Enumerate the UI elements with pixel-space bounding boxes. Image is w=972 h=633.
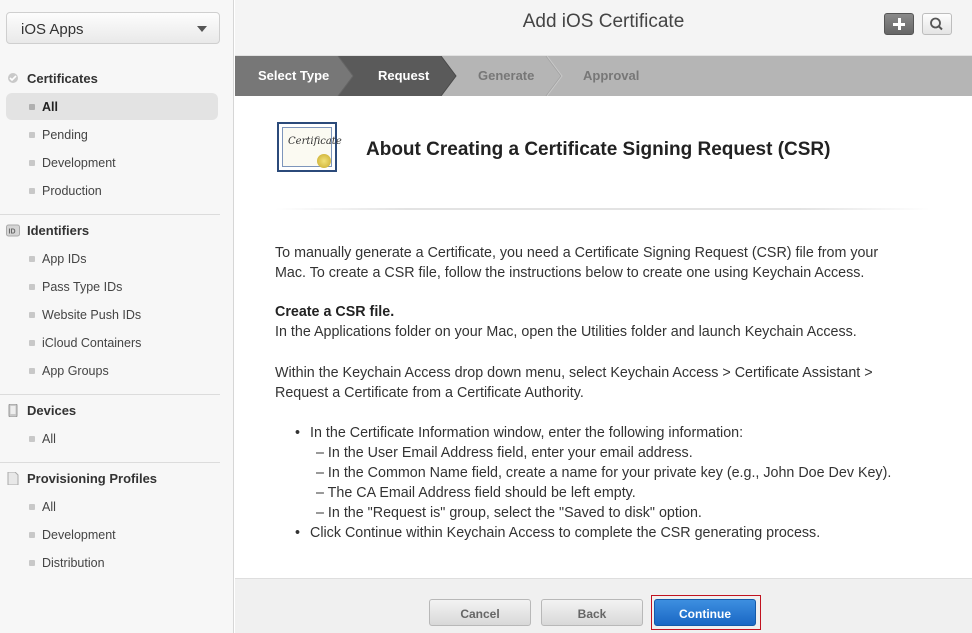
bullet-icon <box>29 436 35 442</box>
bullet-icon <box>29 368 35 374</box>
sidebar-item-devices-all[interactable]: All <box>6 425 218 452</box>
step-request: Request <box>378 68 430 83</box>
sidebar-item-label: Website Push IDs <box>42 308 142 322</box>
footer-bar: Cancel Back Continue <box>235 578 972 633</box>
sidebar-item-certificates-development[interactable]: Development <box>6 149 218 176</box>
seal-icon <box>317 154 331 168</box>
sidebar-item-label: All <box>42 100 58 114</box>
keychain-paragraph: Within the Keychain Access drop down men… <box>275 363 935 403</box>
divider <box>275 208 930 210</box>
divider <box>0 462 220 463</box>
sidebar-item-pass-type-ids[interactable]: Pass Type IDs <box>6 273 218 300</box>
bullet-icon <box>29 284 35 290</box>
app-type-select[interactable]: iOS Apps <box>6 12 220 44</box>
cancel-button[interactable]: Cancel <box>429 599 531 626</box>
sidebar-item-label: iCloud Containers <box>42 336 142 350</box>
intro-line: Mac. To create a CSR file, follow the in… <box>275 265 865 281</box>
content-heading: About Creating a Certificate Signing Req… <box>366 139 831 160</box>
sidebar-item-profiles-all[interactable]: All <box>6 493 218 520</box>
back-button[interactable]: Back <box>541 599 643 626</box>
sidebar-item-certificates-pending[interactable]: Pending <box>6 121 218 148</box>
search-icon[interactable] <box>922 13 952 35</box>
step-progress-bar: Select Type Request Generate Approval <box>235 56 972 96</box>
sidebar-item-label: Production <box>42 184 102 198</box>
id-icon: ID <box>6 224 20 237</box>
app-type-select-label: iOS Apps <box>21 21 84 38</box>
list-item: Click Continue within Keychain Access to… <box>295 523 891 543</box>
certificate-icon-text: Certificate <box>288 136 342 147</box>
sidebar-item-label: Development <box>42 528 116 542</box>
content-area: Certificate About Creating a Certificate… <box>235 96 972 578</box>
plus-icon[interactable] <box>884 13 914 35</box>
section-identifiers: ID Identifiers <box>0 219 234 241</box>
instruction-list: In the Certificate Information window, e… <box>295 423 891 543</box>
sidebar-item-label: App Groups <box>42 364 109 378</box>
document-icon <box>7 472 19 485</box>
create-csr-heading: Create a CSR file. <box>275 304 395 320</box>
bullet-icon <box>29 256 35 262</box>
page-title: Add iOS Certificate <box>522 11 685 32</box>
step-generate: Generate <box>478 68 535 83</box>
list-item-text: In the Certificate Information window, e… <box>310 425 744 441</box>
bullet-icon <box>29 504 35 510</box>
sidebar-item-label: Pending <box>42 128 88 142</box>
bullet-icon <box>29 312 35 318</box>
bullet-icon <box>29 340 35 346</box>
sidebar-item-certificates-production[interactable]: Production <box>6 177 218 204</box>
sidebar-item-label: App IDs <box>42 252 87 266</box>
sidebar-item-profiles-distribution[interactable]: Distribution <box>6 549 218 576</box>
bullet-icon <box>29 132 35 138</box>
bullet-icon <box>29 532 35 538</box>
create-csr-paragraph: Create a CSR file. In the Applications f… <box>275 302 935 342</box>
certificate-icon <box>8 73 18 83</box>
section-title: Devices <box>27 403 77 418</box>
sidebar-item-label: Distribution <box>42 556 105 570</box>
sidebar-item-label: All <box>42 500 56 514</box>
sidebar-item-label: Pass Type IDs <box>42 280 123 294</box>
chevron-down-icon <box>197 26 207 32</box>
sub-item: – The CA Email Address field should be l… <box>316 485 636 501</box>
header-bar: Add iOS Certificate <box>235 0 972 56</box>
sidebar-item-app-ids[interactable]: App IDs <box>6 245 218 272</box>
section-provisioning-profiles: Provisioning Profiles <box>0 467 234 489</box>
section-devices: Devices <box>0 399 234 421</box>
divider <box>0 214 220 215</box>
step-select-type: Select Type <box>258 68 330 83</box>
list-item-text: Click Continue within Keychain Access to… <box>310 525 821 541</box>
sidebar-item-certificates-all[interactable]: All <box>6 93 218 120</box>
section-title: Provisioning Profiles <box>27 471 158 486</box>
sidebar-item-profiles-development[interactable]: Development <box>6 521 218 548</box>
divider <box>0 394 220 395</box>
sidebar-item-app-groups[interactable]: App Groups <box>6 357 218 384</box>
section-title: Identifiers <box>27 223 90 238</box>
keychain-line: Request a Certificate from a Certificate… <box>275 385 584 401</box>
create-csr-line: In the Applications folder on your Mac, … <box>275 324 857 340</box>
bullet-icon <box>29 188 35 194</box>
sidebar-item-website-push-ids[interactable]: Website Push IDs <box>6 301 218 328</box>
list-item: In the Certificate Information window, e… <box>295 423 891 443</box>
keychain-line: Within the Keychain Access drop down men… <box>275 365 873 381</box>
sub-item: – In the "Request is" group, select the … <box>316 505 702 521</box>
step-approval: Approval <box>583 68 640 83</box>
bullet-icon <box>29 560 35 566</box>
sidebar-item-label: All <box>42 432 56 446</box>
continue-button[interactable]: Continue <box>654 599 756 626</box>
sidebar-item-label: Development <box>42 156 116 170</box>
intro-paragraph: To manually generate a Certificate, you … <box>275 243 935 283</box>
intro-line: To manually generate a Certificate, you … <box>275 245 879 261</box>
bullet-icon <box>29 160 35 166</box>
device-icon <box>8 404 18 417</box>
section-title: Certificates <box>27 71 98 86</box>
main-panel: Add iOS Certificate Select Type Request … <box>235 0 972 633</box>
sub-item: – In the Common Name field, create a nam… <box>316 465 892 481</box>
svg-text:ID: ID <box>9 229 16 236</box>
sidebar: iOS Apps Certificates All Pending Develo… <box>0 0 234 633</box>
sub-item: – In the User Email Address field, enter… <box>316 445 693 461</box>
certificate-icon: Certificate <box>277 122 342 172</box>
certificate-icon-paper: Certificate <box>282 127 342 168</box>
section-certificates: Certificates <box>0 67 234 89</box>
bullet-icon <box>29 104 35 110</box>
sidebar-item-icloud-containers[interactable]: iCloud Containers <box>6 329 218 356</box>
